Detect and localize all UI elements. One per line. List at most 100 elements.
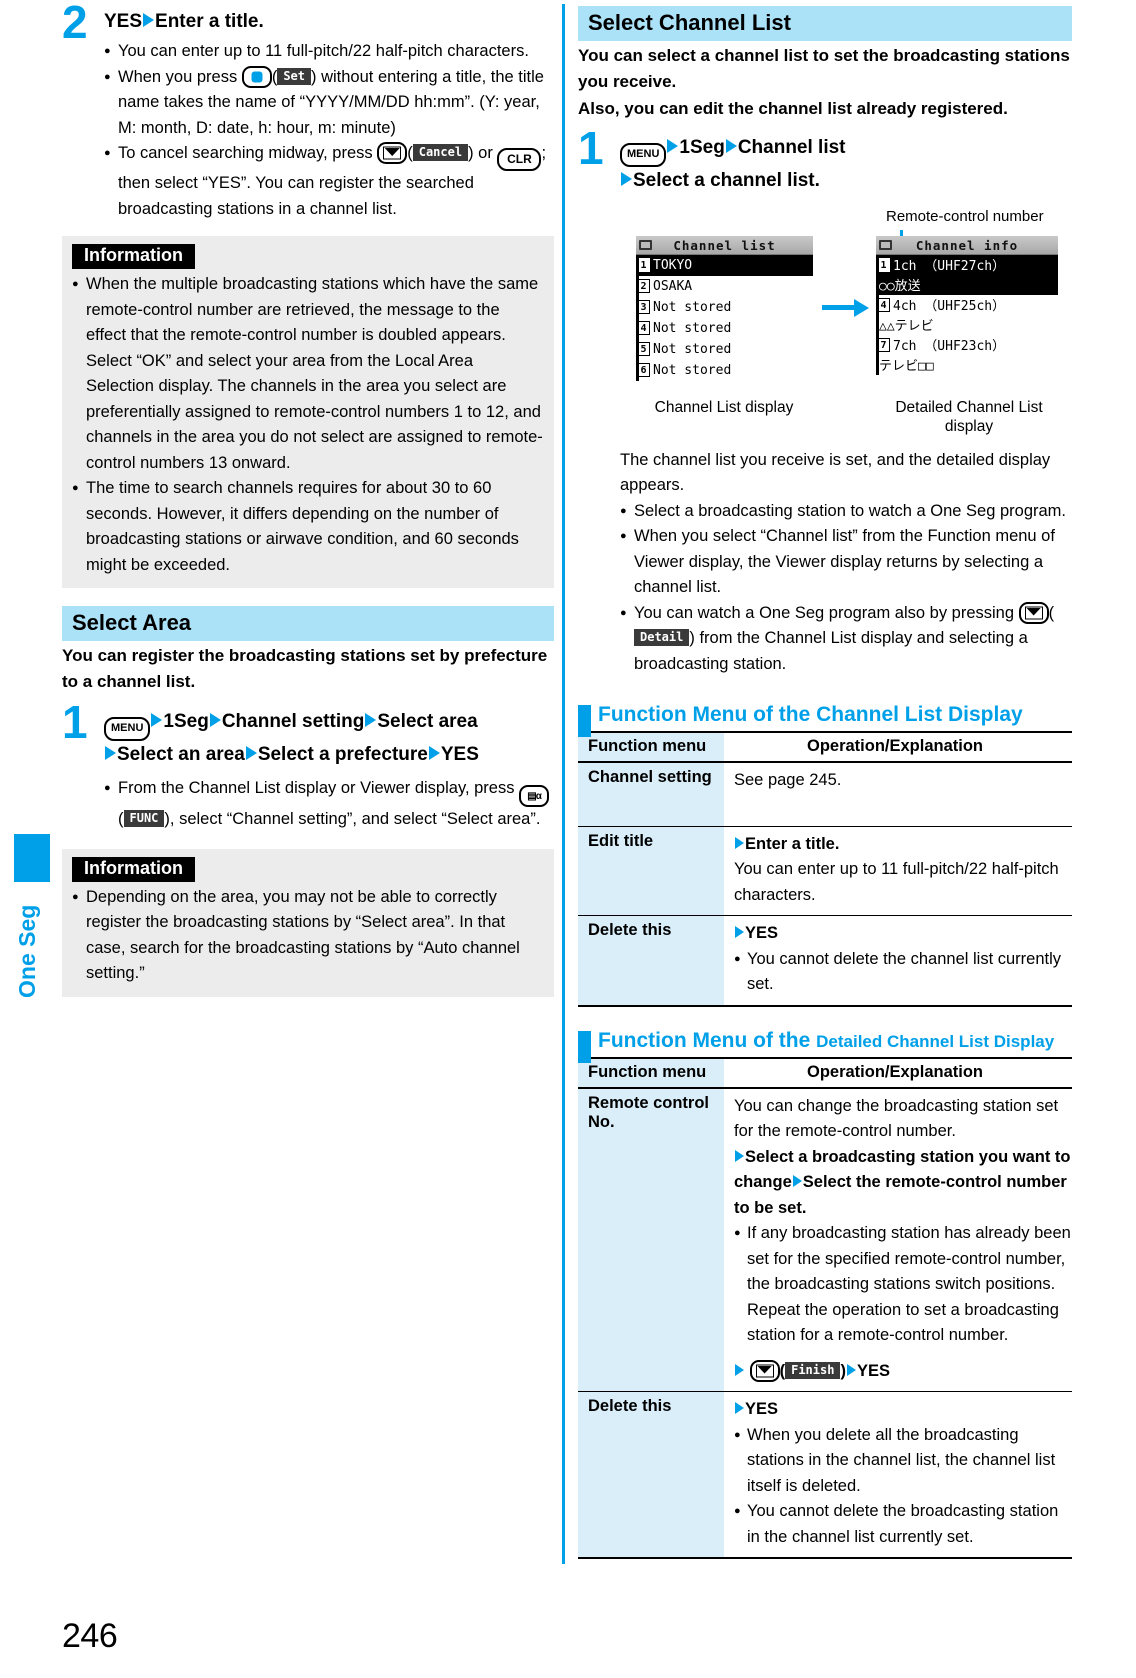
path-segment: Select area	[377, 711, 478, 732]
row-action: YES	[734, 921, 1072, 947]
step-2-title-rest: Enter a title.	[155, 11, 264, 32]
section-select-area: Select Area You can register the broadca…	[62, 606, 554, 833]
list-item: You can enter up to 11 full-pitch/22 hal…	[104, 39, 554, 65]
table-header-row: Function menu Operation/Explanation	[578, 1056, 1072, 1089]
arrow-icon	[143, 13, 155, 27]
list-item: Depending on the area, you may not be ab…	[72, 885, 544, 987]
function-menu-channel-list: Function Menu of the Channel List Displa…	[578, 703, 1072, 1007]
softkey-set: Set	[277, 67, 311, 85]
list-item: 4 Not stored	[636, 318, 813, 339]
information-bullets: Depending on the area, you may not be ab…	[72, 885, 544, 987]
after-figure-paragraph: The channel list you receive is set, and…	[620, 450, 1051, 495]
step-1-select-area: 1 MENU 1Seg Channel setting Select area Sel…	[62, 699, 554, 833]
row-content: See page 245.	[724, 762, 1072, 827]
side-tab-label: One Seg	[14, 904, 40, 998]
information-title: Information	[72, 856, 195, 882]
table-row: Remote control No. You can change the br…	[578, 1087, 1072, 1392]
row-label: Delete this	[578, 1391, 724, 1559]
screen-titlebar: Channel info	[876, 235, 1058, 255]
step-number: 1	[578, 121, 604, 174]
figure-caption-right-line1: Detailed Channel List	[895, 398, 1043, 416]
step-2-title-yes: YES	[104, 11, 143, 32]
row-content: You can change the broadcasting station …	[724, 1087, 1072, 1392]
row-action: Enter a title.	[734, 832, 1072, 858]
table-row: Channel setting See page 245.	[578, 762, 1072, 827]
callout-remote-control-number: Remote-control number	[886, 207, 1044, 225]
list-item-sublabel: ○○放送	[879, 279, 921, 294]
function-menu-table-1: Function menu Operation/Explanation Chan…	[578, 731, 1072, 1007]
arrow-icon	[245, 746, 257, 760]
mail-key-icon	[749, 1359, 780, 1382]
manual-page: One Seg 246 2 YES Enter a title. You can …	[0, 0, 1136, 1678]
row-action-text: YES	[745, 924, 779, 942]
list-item: When you delete all the broadcasting sta…	[734, 1423, 1072, 1500]
bullet-text: When you press	[118, 67, 242, 86]
mail-key-icon	[1018, 601, 1049, 624]
row-action-text: Enter a title.	[745, 834, 840, 853]
step-path-line-2: Select a channel list.	[620, 167, 1072, 194]
screen-title: Channel info	[915, 237, 1019, 253]
table-row: Edit title Enter a title. You can enter …	[578, 826, 1072, 916]
section-lead-2: Also, you can edit the channel list alre…	[578, 99, 1008, 118]
list-item-sub: テレビ□□	[876, 355, 1058, 375]
page-number: 246	[62, 1617, 118, 1655]
menu-key-icon: MENU	[620, 142, 667, 167]
path-segment: 1Seg	[679, 136, 725, 158]
table-header-row: Function menu Operation/Explanation	[578, 731, 1072, 763]
list-item: From the Channel List display or Viewer …	[104, 776, 554, 833]
section-lead: You can register the broadcasting statio…	[62, 646, 548, 691]
bullet-text: You can watch a One Seg program also by …	[634, 603, 1019, 622]
arrow-icon	[725, 138, 737, 153]
figure-caption-right: Detailed Channel List display	[866, 398, 1072, 436]
path-segment: Select an area	[117, 744, 245, 765]
step-2: 2 YES Enter a title. You can enter up to …	[62, 0, 554, 222]
path-segment: Select a prefecture	[257, 744, 428, 765]
row-label: Delete this	[578, 915, 724, 1007]
list-item-label: Not stored	[653, 341, 732, 357]
list-item-label: OSAKA	[653, 278, 693, 294]
right-column: Select Channel List You can select a cha…	[578, 0, 1072, 1559]
arrow-icon	[428, 746, 440, 760]
figure-caption-left: Channel List display	[654, 398, 794, 416]
row-action: YES	[734, 1397, 1072, 1423]
list-item-label: Not stored	[653, 362, 732, 378]
function-menu-table-2: Function menu Operation/Explanation Remo…	[578, 1056, 1072, 1560]
row-bullets: If any broadcasting station has already …	[734, 1221, 1072, 1349]
phone-screen-channel-info: Channel info 1 1ch （UHF27ch） ○○放送 4 4ch （U…	[876, 235, 1058, 375]
function-menu-detailed-channel-list: Function Menu of the Detailed Channel Li…	[578, 1029, 1072, 1560]
step-2-number: 2	[62, 0, 88, 48]
list-item: 5 Not stored	[636, 339, 813, 360]
figure-caption-right-line2: display	[944, 417, 994, 435]
softkey-func: FUNC	[123, 810, 165, 827]
row-label: Edit title	[578, 826, 724, 916]
softkey-finish: Finish	[785, 1361, 841, 1379]
step-1-select-channel-list: 1 MENU 1Seg Channel list Select a channel …	[578, 125, 1072, 194]
step-path-line-2: Select an area Select a prefecture YES	[104, 741, 554, 768]
arrow-icon	[621, 171, 632, 186]
section-heading: Select Area	[62, 606, 554, 641]
bullet-text: To cancel searching midway, press	[118, 144, 378, 162]
after-figure-text: The channel list you receive is set, and…	[620, 448, 1072, 678]
path-segment: Select a channel list.	[633, 169, 820, 191]
arrow-icon	[151, 713, 163, 727]
screen-body: 1 1ch （UHF27ch） ○○放送 4 4ch （UHF25ch） △△テレビ…	[876, 254, 1058, 375]
section-lead-1: You can select a channel list to set the…	[578, 46, 1070, 91]
list-item: 1 1ch （UHF27ch）	[876, 254, 1058, 275]
list-item: 2 OSAKA	[636, 276, 813, 297]
section-select-channel-list: Select Channel List You can select a cha…	[578, 6, 1072, 194]
clr-key-icon: CLR	[497, 148, 542, 171]
list-item-label: 7ch （UHF23ch）	[893, 339, 1006, 354]
list-item-sublabel: △△テレビ	[879, 319, 934, 334]
arrow-icon	[667, 138, 679, 153]
list-item: When the multiple broadcasting stations …	[72, 272, 544, 476]
screen-left-bar	[636, 254, 639, 381]
arrow-icon	[105, 746, 116, 760]
list-item-label: Not stored	[653, 320, 732, 336]
screen-title: Channel list	[673, 237, 776, 253]
row-content: Enter a title. You can enter up to 11 fu…	[724, 826, 1072, 916]
step-2-bullets: You can enter up to 11 full-pitch/22 hal…	[104, 39, 554, 222]
table-row: Delete this YES When you delete all the …	[578, 1391, 1072, 1559]
list-item-label: TOKYO	[653, 257, 693, 273]
step-bullets: From the Channel List display or Viewer …	[104, 776, 554, 833]
step-path-line-1: MENU 1Seg Channel setting Select area	[104, 708, 554, 741]
